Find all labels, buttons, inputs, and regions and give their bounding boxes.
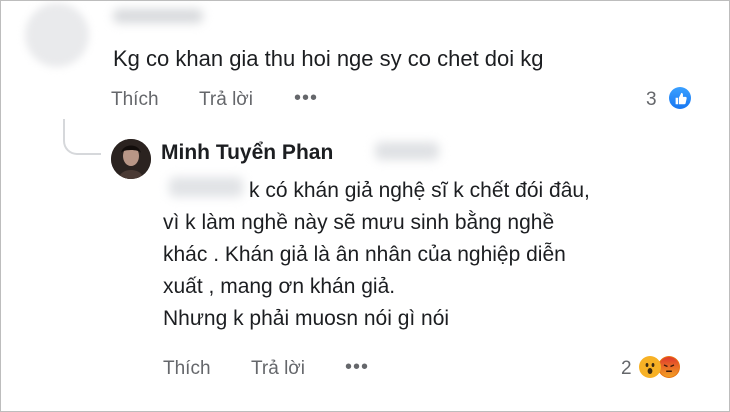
reply-line: xuất , mang ơn khán giả. xyxy=(163,275,396,298)
thumbs-up-icon xyxy=(675,92,687,104)
angry-face-icon xyxy=(659,357,679,377)
wow-icon[interactable] xyxy=(639,356,661,378)
comment-thread: Kg co khan gia thu hoi nge sy co chet do… xyxy=(0,0,730,412)
reply-like-button[interactable]: Thích xyxy=(163,358,211,380)
reply-line: k có khán giả nghệ sĩ k chết đói đâu, xyxy=(249,179,590,202)
reply-text: k có khán giả nghệ sĩ k chết đói đâu, vì… xyxy=(163,175,703,335)
like-button[interactable]: Thích xyxy=(111,89,159,111)
avatar[interactable] xyxy=(25,3,89,67)
reaction-count[interactable]: 3 xyxy=(646,89,657,111)
reply-more-options-button[interactable]: ••• xyxy=(345,356,369,379)
wow-face-icon xyxy=(640,357,660,377)
author-name-redacted[interactable] xyxy=(113,9,203,23)
reply-author-name[interactable]: Minh Tuyển Phan xyxy=(161,141,333,165)
reply-line: vì k làm nghề này sẽ mưu sinh bằng nghề xyxy=(163,211,555,234)
reply-avatar[interactable] xyxy=(111,139,151,179)
comment-text: Kg co khan gia thu hoi nge sy co chet do… xyxy=(113,46,544,71)
reply-reply-button[interactable]: Trả lời xyxy=(251,358,305,380)
more-options-button[interactable]: ••• xyxy=(294,87,318,110)
like-icon[interactable] xyxy=(669,87,691,109)
reply-line: khác . Khán giả là ân nhân của nghiệp di… xyxy=(163,243,566,266)
profile-photo-icon xyxy=(111,139,151,179)
thread-connector xyxy=(63,119,101,155)
reply-line: Nhưng k phải muosn nói gì nói xyxy=(163,307,450,330)
angry-icon[interactable] xyxy=(658,356,680,378)
reply-button[interactable]: Trả lời xyxy=(199,89,253,111)
redacted-badge xyxy=(375,142,439,160)
reply-reaction-count[interactable]: 2 xyxy=(621,358,632,380)
